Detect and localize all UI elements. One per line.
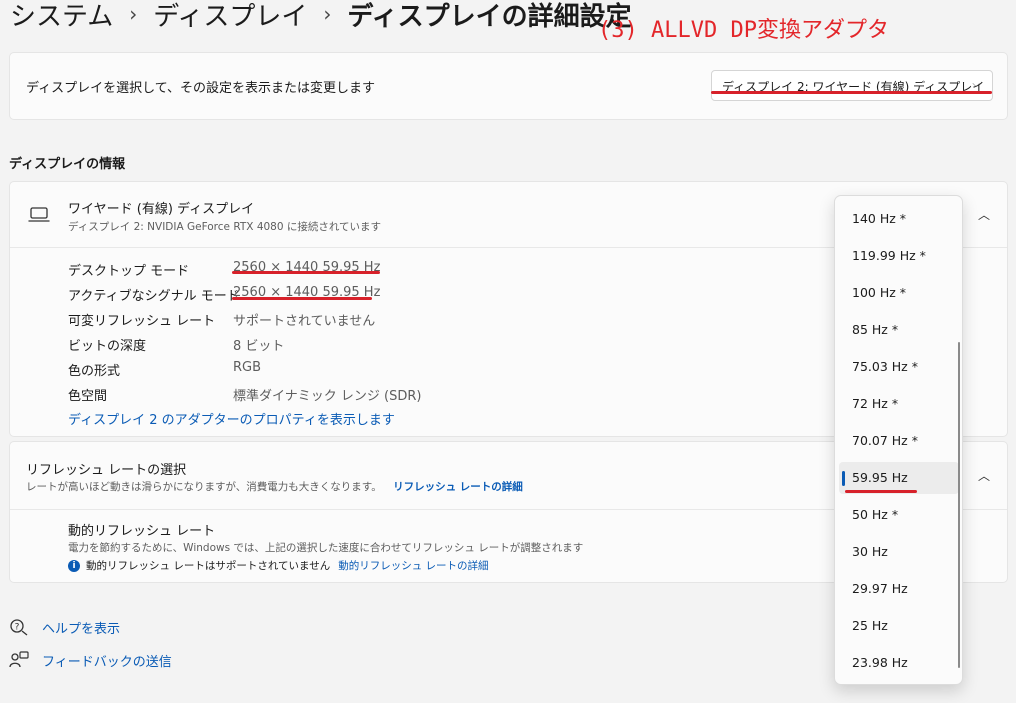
property-row: アクティブなシグナル モード 2560 × 1440 59.95 Hz (68, 285, 768, 305)
refresh-option[interactable]: 75.03 Hz * (839, 351, 959, 383)
refresh-rate-subtitle: レートが高いほど動きは滑らかになりますが、消費電力も大きくなります。 リフレッシ… (26, 479, 523, 494)
display-select-dropdown[interactable]: ディスプレイ 2: ワイヤード (有線) ディスプレイ ⌵ (711, 70, 993, 101)
property-value: RGB (233, 360, 262, 375)
section-title-display-info: ディスプレイの情報 (9, 157, 126, 172)
breadcrumb-display[interactable]: ディスプレイ (153, 0, 307, 33)
page-title: ディスプレイの詳細設定 (347, 1, 632, 32)
property-row: ビットの深度 8 ビット (68, 335, 768, 355)
selection-indicator (842, 471, 845, 486)
refresh-option[interactable]: 140 Hz * (839, 203, 959, 235)
refresh-option[interactable]: 100 Hz * (839, 277, 959, 309)
property-row: デスクトップ モード 2560 × 1440 59.95 Hz (68, 260, 768, 280)
refresh-option[interactable]: 30 Hz (839, 536, 959, 568)
chevron-right-icon: › (323, 2, 332, 26)
display-info-title: ワイヤード (有線) ディスプレイ (68, 202, 255, 217)
dynamic-refresh-subtitle: 電力を節約するために、Windows では、上記の選択した速度に合わせてリフレッ… (68, 542, 584, 554)
refresh-option[interactable]: 25 Hz (839, 610, 959, 642)
red-underline-annotation (711, 91, 992, 94)
property-value: サポートされていません (233, 314, 376, 329)
property-label: 色空間 (68, 389, 108, 404)
property-label: ビットの深度 (68, 339, 147, 354)
refresh-option[interactable]: 50 Hz * (839, 499, 959, 531)
property-row: 可変リフレッシュ レート サポートされていません (68, 310, 768, 330)
svg-text:?: ? (15, 623, 20, 633)
property-value: 8 ビット (233, 339, 285, 354)
chevron-down-icon: ⌵ (972, 79, 980, 90)
refresh-rate-details-link[interactable]: リフレッシュ レートの詳細 (393, 481, 523, 493)
refresh-rate-title: リフレッシュ レートの選択 (26, 463, 187, 478)
help-link-label: ヘルプを表示 (42, 621, 121, 637)
property-label: 可変リフレッシュ レート (68, 314, 216, 329)
display-select-card: ディスプレイを選択して、その設定を表示または変更します ディスプレイ 2: ワイ… (9, 52, 1008, 120)
dynamic-refresh-details-link[interactable]: 動的リフレッシュ レートの詳細 (338, 558, 488, 573)
chevron-right-icon: › (129, 2, 138, 26)
dynamic-refresh-note-text: 動的リフレッシュ レートはサポートされていません (86, 560, 331, 572)
property-value: 標準ダイナミック レンジ (SDR) (233, 389, 422, 404)
feedback-icon (8, 650, 30, 670)
feedback-link-label: フィードバックの送信 (42, 654, 172, 670)
laptop-icon (28, 207, 50, 222)
refresh-option[interactable]: 72 Hz * (839, 388, 959, 420)
breadcrumb-system[interactable]: システム (10, 0, 113, 33)
property-label: アクティブなシグナル モード (68, 289, 240, 304)
breadcrumb: システム › ディスプレイ › ディスプレイの詳細設定 (10, 0, 632, 34)
refresh-rate-subtitle-text: レートが高いほど動きは滑らかになりますが、消費電力も大きくなります。 (26, 481, 382, 493)
info-icon: i (68, 559, 80, 572)
refresh-option[interactable]: 119.99 Hz * (839, 240, 959, 272)
property-row: 色空間 標準ダイナミック レンジ (SDR) (68, 385, 768, 405)
red-underline-annotation (232, 297, 372, 300)
chevron-up-icon[interactable]: ︿ (978, 467, 990, 484)
refresh-option[interactable]: 29.97 Hz (839, 573, 959, 605)
chevron-up-icon[interactable]: ︿ (978, 206, 990, 223)
refresh-option[interactable]: 70.07 Hz * (839, 425, 959, 457)
dynamic-refresh-note: i 動的リフレッシュ レートはサポートされていません 動的リフレッシュ レートの… (68, 558, 489, 573)
dropdown-scrollbar[interactable] (958, 342, 960, 668)
red-underline-annotation (232, 271, 380, 274)
annotation-label: (3) ALLVD DP変換アダプタ (598, 18, 889, 43)
help-link[interactable]: ? ヘルプを表示 (8, 617, 120, 637)
property-row: 色の形式 RGB (68, 360, 768, 380)
dynamic-refresh-title: 動的リフレッシュ レート (68, 524, 216, 539)
adapter-properties-link[interactable]: ディスプレイ 2 のアダプターのプロパティを表示します (68, 409, 395, 428)
help-icon: ? (8, 617, 30, 637)
refresh-option[interactable]: 23.98 Hz (839, 647, 959, 679)
refresh-option[interactable]: 85 Hz * (839, 314, 959, 346)
property-label: デスクトップ モード (68, 264, 190, 279)
property-label: 色の形式 (68, 364, 121, 379)
red-underline-annotation (845, 490, 917, 493)
feedback-link[interactable]: フィードバックの送信 (8, 650, 172, 670)
refresh-rate-dropdown[interactable]: 140 Hz * 119.99 Hz * 100 Hz * 85 Hz * 75… (834, 195, 963, 685)
display-info-subtitle: ディスプレイ 2: NVIDIA GeForce RTX 4080 に接続されて… (68, 221, 382, 233)
display-select-description: ディスプレイを選択して、その設定を表示または変更します (26, 81, 376, 96)
refresh-option-label: 59.95 Hz (852, 470, 908, 485)
